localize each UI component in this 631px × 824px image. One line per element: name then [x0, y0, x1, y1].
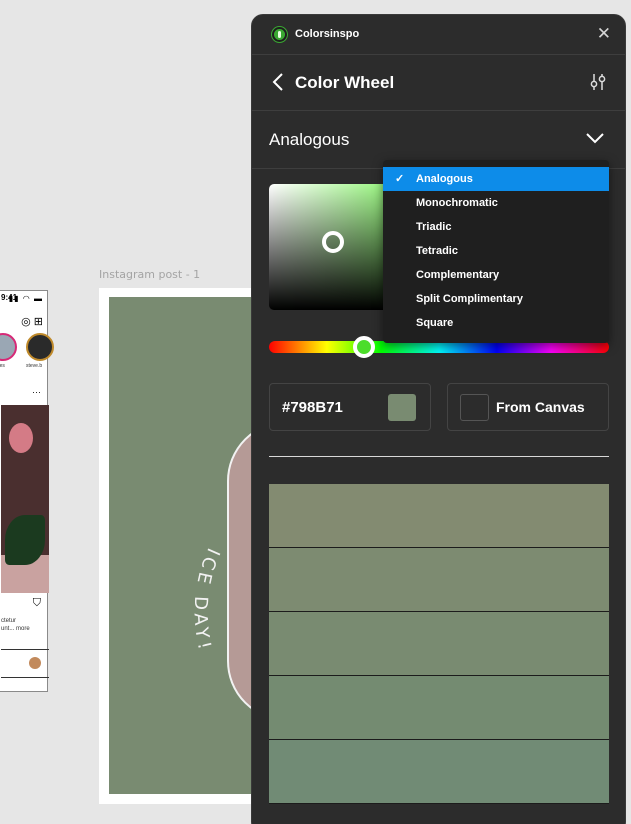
hex-value[interactable]: #798B71	[282, 399, 343, 416]
instagram-mock-phone: 9:41 ▮▮ ◠ ▬ ◎ ⊞ giggles steve.b ··· ⛉ ct…	[0, 290, 54, 692]
from-canvas-button[interactable]: From Canvas	[447, 383, 609, 431]
more-icon: ···	[32, 387, 41, 397]
sliders-settings-icon[interactable]	[589, 72, 607, 92]
scheme-option-label: Complementary	[416, 269, 500, 281]
palette-swatch[interactable]	[269, 484, 609, 548]
bookmark-icon: ⛉	[32, 597, 41, 609]
scheme-option-label: Analogous	[416, 173, 473, 185]
palette-swatch[interactable]	[269, 676, 609, 740]
scheme-option-label: Tetradic	[416, 245, 458, 257]
avatar	[29, 657, 41, 669]
divider	[269, 456, 609, 457]
palette-swatch[interactable]	[269, 740, 609, 804]
scheme-option[interactable]: ✓ Analogous	[383, 167, 609, 191]
palette-list	[269, 484, 609, 804]
canvas-color-swatch	[460, 394, 489, 421]
divider	[1, 677, 49, 678]
palette-swatch[interactable]	[269, 548, 609, 612]
sv-picker-handle[interactable]	[322, 231, 344, 253]
plugin-panel: Colorsinspo ✕ Color Wheel Analogous #798…	[251, 14, 626, 824]
post-photo	[1, 405, 49, 593]
scheme-option[interactable]: Complementary	[383, 263, 609, 287]
scheme-dropdown-menu: ✓ Analogous Monochromatic Triadic Tetradic Co…	[383, 160, 609, 343]
plugin-titlebar: Colorsinspo ✕	[252, 15, 625, 55]
frame-label: Instagram post - 1	[99, 268, 201, 281]
curved-text: ICE DAY!	[189, 545, 223, 655]
chevron-down-icon[interactable]	[585, 131, 605, 145]
check-icon: ✓	[395, 173, 405, 185]
post-curved-text: ICE DAY!	[189, 545, 219, 655]
scheme-option[interactable]: Monochromatic	[383, 191, 609, 215]
back-arrow-icon[interactable]	[270, 71, 288, 93]
scheme-option-label: Triadic	[416, 221, 452, 233]
hex-input[interactable]: #798B71	[269, 383, 431, 431]
post-background: ICE DAY!	[109, 297, 259, 794]
story-avatar	[26, 333, 54, 361]
scheme-option[interactable]: Triadic	[383, 215, 609, 239]
palette-swatch[interactable]	[269, 612, 609, 676]
scheme-option[interactable]: Tetradic	[383, 239, 609, 263]
from-canvas-label: From Canvas	[496, 399, 585, 415]
scheme-option-label: Monochromatic	[416, 197, 498, 209]
app-title: Colorsinspo	[295, 28, 360, 40]
scheme-option[interactable]: Square	[383, 311, 609, 335]
scheme-selected-label: Analogous	[269, 130, 350, 149]
divider	[1, 649, 49, 650]
page-header: Color Wheel	[252, 55, 625, 111]
story-avatar	[0, 333, 17, 361]
scheme-option[interactable]: Split Complimentary	[383, 287, 609, 311]
story-name: steve.b	[26, 363, 43, 369]
current-color-swatch	[388, 394, 416, 421]
instagram-post-frame: ICE DAY!	[99, 288, 259, 804]
close-icon[interactable]: ✕	[597, 24, 611, 44]
scheme-option-label: Square	[416, 317, 454, 329]
messenger-add-icons: ◎ ⊞	[21, 316, 43, 328]
scheme-option-label: Split Complimentary	[416, 293, 523, 305]
svg-text:ICE DAY!: ICE DAY!	[189, 545, 223, 655]
page-title: Color Wheel	[295, 73, 395, 92]
hue-slider-handle[interactable]	[353, 336, 376, 358]
signal-wifi-battery-icon: ▮▮ ◠ ▬	[8, 294, 43, 303]
story-name: giggles	[0, 363, 5, 369]
post-caption: ctetur unt... more	[1, 618, 30, 632]
colorsinspo-logo-icon	[272, 27, 287, 42]
